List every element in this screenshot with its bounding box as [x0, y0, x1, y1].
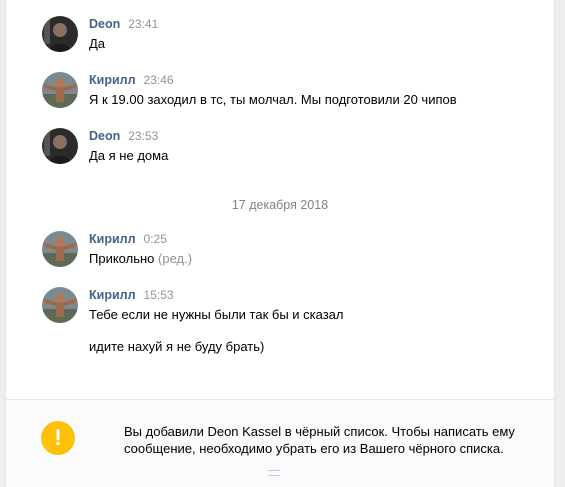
message-text: Прикольно (ред.)	[89, 250, 192, 267]
message-time[interactable]: 23:53	[128, 129, 158, 143]
message-text: Я к 19.00 заходил в тс, ты молчал. Мы по…	[89, 92, 457, 107]
message-text-content: Прикольно	[89, 251, 155, 266]
blacklist-notice: ! Вы добавили Deon Kassel в чёрный списо…	[5, 399, 555, 487]
message-time[interactable]: 23:41	[128, 17, 158, 31]
message-author[interactable]: Кирилл	[89, 73, 136, 87]
date-separator: 17 декабря 2018	[231, 198, 329, 212]
blacklist-notice-text: Вы добавили Deon Kassel в чёрный список.…	[124, 424, 515, 456]
message-text: Тебе если не нужны были так бы и сказал	[89, 307, 344, 322]
resize-handle[interactable]	[268, 470, 280, 476]
message-text: Да	[89, 36, 106, 51]
avatar-kirill[interactable]	[42, 72, 78, 108]
avatar-deon[interactable]	[42, 16, 78, 52]
message-text: идите нахуй я не буду брать)	[89, 339, 265, 354]
avatar-kirill[interactable]	[42, 287, 78, 323]
warning-icon: !	[41, 421, 75, 455]
message-time[interactable]: 15:53	[144, 288, 174, 302]
edited-label[interactable]: (ред.)	[158, 251, 192, 266]
avatar-kirill[interactable]	[42, 231, 78, 267]
message-time[interactable]: 23:46	[144, 73, 174, 87]
message-author[interactable]: Кирилл	[89, 288, 136, 302]
message-author[interactable]: Deon	[89, 129, 120, 143]
message-time[interactable]: 0:25	[144, 232, 167, 246]
message-text: Да я не дома	[89, 148, 169, 163]
message-author[interactable]: Кирилл	[89, 232, 136, 246]
avatar-deon[interactable]	[42, 128, 78, 164]
message-author[interactable]: Deon	[89, 17, 120, 31]
